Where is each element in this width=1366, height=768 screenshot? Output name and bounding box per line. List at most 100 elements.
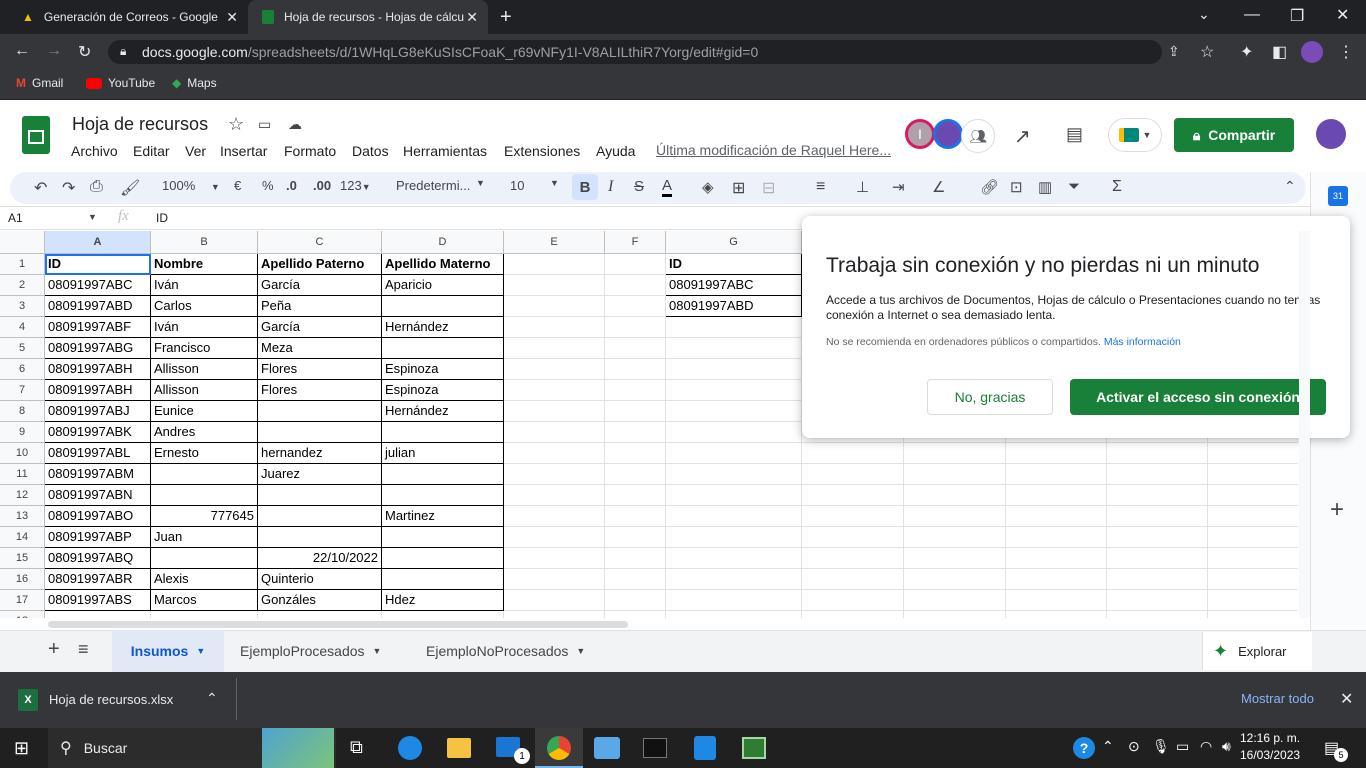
grid-cell[interactable] bbox=[666, 506, 802, 527]
chart-icon[interactable]: ▥ bbox=[1038, 178, 1052, 196]
grid-cell[interactable] bbox=[904, 590, 1006, 611]
grid-cell[interactable]: 08091997ABH bbox=[45, 359, 151, 380]
grid-cell[interactable] bbox=[504, 296, 605, 317]
show-all-button[interactable]: Mostrar todo bbox=[1241, 691, 1314, 706]
column-header[interactable]: G bbox=[666, 231, 802, 254]
row-header[interactable]: 2 bbox=[0, 275, 45, 296]
grid-cell[interactable] bbox=[1107, 464, 1208, 485]
grid-cell[interactable] bbox=[504, 611, 605, 618]
no-thanks-button[interactable]: No, gracias bbox=[927, 379, 1053, 415]
grid-cell[interactable] bbox=[151, 611, 258, 618]
sidepanel-icon[interactable]: ◧ bbox=[1272, 42, 1287, 62]
column-header[interactable]: E bbox=[504, 231, 605, 254]
grid-cell[interactable] bbox=[666, 611, 802, 618]
app-s-icon[interactable] bbox=[694, 736, 716, 760]
grid-cell[interactable]: Allisson bbox=[151, 380, 258, 401]
functions-icon[interactable]: Σ bbox=[1112, 178, 1122, 196]
grid-cell[interactable] bbox=[504, 590, 605, 611]
grid-cell[interactable] bbox=[1006, 527, 1107, 548]
font-select[interactable]: Predetermi... ▼ bbox=[396, 178, 488, 193]
enable-offline-button[interactable]: Activar el acceso sin conexión bbox=[1070, 379, 1326, 415]
grid-cell[interactable] bbox=[1006, 506, 1107, 527]
grid-cell[interactable] bbox=[605, 359, 666, 380]
grid-cell[interactable]: 08091997ABO bbox=[45, 506, 151, 527]
collapse-menu-icon[interactable]: ⌃ bbox=[1284, 178, 1296, 195]
column-header[interactable]: F bbox=[605, 231, 666, 254]
column-header[interactable]: B bbox=[151, 231, 258, 254]
grid-cell[interactable]: julian bbox=[382, 443, 504, 464]
close-icon[interactable]: ✕ bbox=[226, 9, 238, 26]
row-header[interactable]: 1 bbox=[0, 254, 45, 275]
row-header[interactable]: 4 bbox=[0, 317, 45, 338]
add-sheet-button[interactable]: + bbox=[48, 638, 60, 661]
print-icon[interactable]: ⎙ bbox=[90, 178, 103, 196]
grid-cell[interactable] bbox=[802, 485, 904, 506]
grid-cell[interactable] bbox=[666, 317, 802, 338]
collaborator-avatar[interactable]: I bbox=[905, 119, 935, 149]
grid-cell[interactable]: 08091997ABP bbox=[45, 527, 151, 548]
grid-cell[interactable] bbox=[904, 527, 1006, 548]
grid-cell[interactable] bbox=[605, 485, 666, 506]
last-modified-link[interactable]: Última modificación de Raquel Here... bbox=[656, 142, 891, 158]
grid-cell[interactable]: Alexis bbox=[151, 569, 258, 590]
extensions-icon[interactable]: ✦ bbox=[1240, 42, 1253, 62]
grid-cell[interactable]: 08091997ABL bbox=[45, 443, 151, 464]
grid-cell[interactable] bbox=[666, 401, 802, 422]
decrease-decimal-button[interactable]: .0 bbox=[286, 178, 297, 193]
browser-tab-correos[interactable]: ▲ Generación de Correos - Google ✕ bbox=[8, 0, 248, 34]
bookmark-star-icon[interactable]: ☆ bbox=[1200, 42, 1214, 62]
grid-cell[interactable]: 22/10/2022 bbox=[258, 548, 382, 569]
row-header[interactable]: 14 bbox=[0, 527, 45, 548]
grid-cell[interactable]: Iván bbox=[151, 317, 258, 338]
align-horizontal-icon[interactable]: ≡ bbox=[816, 178, 825, 196]
row-header[interactable]: 18 bbox=[0, 611, 45, 618]
grid-cell[interactable] bbox=[666, 569, 802, 590]
grid-cell[interactable] bbox=[605, 506, 666, 527]
account-avatar[interactable] bbox=[1316, 119, 1346, 149]
grid-cell[interactable] bbox=[504, 548, 605, 569]
chrome-taskbar-button[interactable] bbox=[535, 728, 583, 768]
grid-cell[interactable] bbox=[904, 506, 1006, 527]
menu-icon[interactable]: ⋮ bbox=[1338, 42, 1354, 62]
row-header[interactable]: 15 bbox=[0, 548, 45, 569]
grid-cell[interactable] bbox=[258, 422, 382, 443]
reload-icon[interactable]: ↻ bbox=[78, 42, 91, 62]
bookmark-maps[interactable]: ◆ Maps bbox=[172, 76, 217, 90]
grid-cell[interactable] bbox=[1208, 506, 1298, 527]
grid-cell[interactable] bbox=[904, 548, 1006, 569]
grid-cell[interactable]: ID bbox=[666, 254, 802, 275]
grid-cell[interactable] bbox=[504, 254, 605, 275]
battery-icon[interactable]: ▭ bbox=[1176, 738, 1189, 755]
grid-cell[interactable] bbox=[1208, 548, 1298, 569]
grid-cell[interactable] bbox=[1107, 590, 1208, 611]
grid-cell[interactable] bbox=[45, 611, 151, 618]
menu-ayuda[interactable]: Ayuda bbox=[596, 143, 635, 159]
merge-cells-icon[interactable]: ⊟ bbox=[762, 178, 775, 198]
row-header[interactable]: 6 bbox=[0, 359, 45, 380]
sheet-tab-ejemploprocesados[interactable]: EjemploProcesados ▼ bbox=[240, 630, 381, 672]
grid-cell[interactable] bbox=[666, 359, 802, 380]
grid-cell[interactable] bbox=[605, 527, 666, 548]
column-header[interactable]: D bbox=[382, 231, 504, 254]
grid-cell[interactable]: Hdez bbox=[382, 590, 504, 611]
grid-cell[interactable] bbox=[904, 464, 1006, 485]
grid-cell[interactable] bbox=[1006, 611, 1107, 618]
grid-cell[interactable] bbox=[258, 506, 382, 527]
grid-cell[interactable] bbox=[382, 464, 504, 485]
grid-cell[interactable]: 08091997ABC bbox=[666, 275, 802, 296]
url-input[interactable]: docs.google.com/spreadsheets/d/1WHqLG8eK… bbox=[108, 40, 1162, 64]
grid-cell[interactable]: 08091997ABD bbox=[666, 296, 802, 317]
grid-cell[interactable]: 08091997ABR bbox=[45, 569, 151, 590]
grid-cell[interactable] bbox=[1107, 443, 1208, 464]
grid-cell[interactable] bbox=[1208, 569, 1298, 590]
zoom-select[interactable]: 100% ▼ bbox=[162, 178, 220, 193]
grid-cell[interactable] bbox=[504, 464, 605, 485]
grid-cell[interactable] bbox=[1208, 485, 1298, 506]
grid-cell[interactable]: Apellido Paterno bbox=[258, 254, 382, 275]
grid-cell[interactable] bbox=[605, 464, 666, 485]
grid-cell[interactable] bbox=[504, 422, 605, 443]
task-view-icon[interactable]: ⧉ bbox=[350, 737, 363, 758]
row-header[interactable]: 17 bbox=[0, 590, 45, 611]
grid-cell[interactable] bbox=[605, 569, 666, 590]
borders-icon[interactable]: ⊞ bbox=[732, 178, 745, 198]
